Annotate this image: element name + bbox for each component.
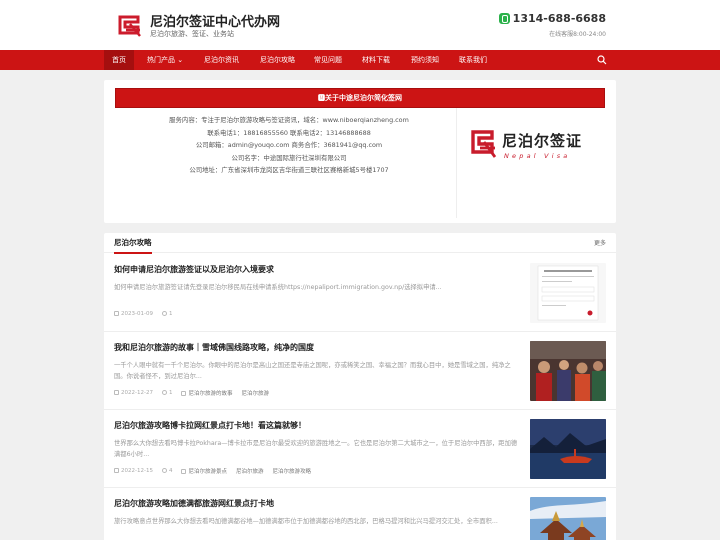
article-views: 1 <box>161 311 172 317</box>
eye-icon <box>161 311 167 316</box>
about-line-phones: 联系电话1：18816855560 联系电话2：13146888688 <box>207 128 371 137</box>
nav-item-guides[interactable]: 尼泊尔攻略 <box>252 50 303 70</box>
about-line-email: 公司邮箱：admin@youqo.com 商务合作：3681941@qq.com <box>195 141 383 149</box>
article-thumbnail-crowd[interactable] <box>530 341 606 401</box>
phone-number[interactable]: 1314-688-6688 <box>513 12 606 25</box>
article-date: 2022-12-27 <box>114 390 153 396</box>
phone-icon <box>498 13 510 24</box>
article-title[interactable]: 尼泊尔旅游攻略加德满都旅游网红景点打卡地 <box>114 498 514 509</box>
article-title[interactable]: 尼泊尔旅游攻略博卡拉网红景点打卡地！看这篇就够！ <box>114 420 514 431</box>
article-excerpt: 旅行攻略意点世界那么大你想去看吗加德满都谷地—加德满都市位于加德满都谷地的西北部… <box>114 518 498 525</box>
article-item[interactable]: 如何申请尼泊尔旅游签证以及尼泊尔入境要求 如何申请尼泊尔旅游签证请先登录尼泊尔移… <box>104 254 616 332</box>
article-thumbnail-form[interactable] <box>530 263 606 323</box>
article-meta: 2022-12-27 1 尼泊尔旅游的故事 尼泊尔旅游 <box>114 389 278 397</box>
article-meta: 2023-01-09 1 <box>114 311 181 317</box>
article-item[interactable]: 尼泊尔旅游攻略博卡拉网红景点打卡地！看这篇就够！ 世界那么大你想去看吗博卡拉Po… <box>104 410 616 488</box>
section-title: 尼泊尔攻略 <box>114 237 152 254</box>
about-details: 服务内容：专注于尼泊尔旅游攻略与签证资讯，域名：www.niboerqianzh… <box>144 114 434 177</box>
phone-block: 1314-688-6688 <box>498 12 606 25</box>
article-views: 4 <box>161 468 172 474</box>
site-logo-icon[interactable] <box>116 11 144 39</box>
nav-item-contact[interactable]: 联系我们 <box>451 50 495 70</box>
tag-icon <box>181 469 187 474</box>
brand-name-cn: 尼泊尔签证 <box>502 132 583 150</box>
article-title[interactable]: 如何申请尼泊尔旅游签证以及尼泊尔入境要求 <box>114 264 514 275</box>
site-subtitle: 尼泊尔旅游、签证、业务站 <box>150 30 234 38</box>
about-heading: 🅼关于中途尼泊尔简化签网 <box>115 88 605 108</box>
service-hours: 在线客服8:00-24:00 <box>549 31 606 38</box>
brand-logo: 尼泊尔签证 Nepal Visa <box>470 126 594 174</box>
article-excerpt: 世界那么大你想去看吗博卡拉Pokhara—博卡拉市是尼泊尔最受欢迎的旅游胜地之一… <box>114 440 518 458</box>
article-excerpt: 一千个人眼中就有一千个尼泊尔。你眼中的尼泊尔是高山之国还是寺庙之国呢，亦或稀笑之… <box>114 362 511 380</box>
about-panel: 🅼关于中途尼泊尔简化签网 服务内容：专注于尼泊尔旅游攻略与签证资讯，域名：www… <box>104 80 616 223</box>
article-tag[interactable]: 尼泊尔旅游 <box>241 389 269 397</box>
brand-name-en: Nepal Visa <box>504 152 571 160</box>
nav-item-products[interactable]: 热门产品 ⌄ <box>139 50 191 70</box>
section-header: 尼泊尔攻略 更多 <box>104 233 616 254</box>
article-title[interactable]: 我和尼泊尔旅游的故事｜雪域佛国线路攻略，纯净的国度 <box>114 342 514 353</box>
about-line-company: 公司名字：中途国际旅行社深圳有限公司 <box>231 153 347 162</box>
eye-icon <box>161 468 167 473</box>
article-item[interactable]: 尼泊尔旅游攻略加德满都旅游网红景点打卡地 旅行攻略意点世界那么大你想去看吗加德满… <box>104 488 616 540</box>
guides-section: 尼泊尔攻略 更多 如何申请尼泊尔旅游签证以及尼泊尔入境要求 如何申请尼泊尔旅游签… <box>104 233 616 540</box>
site-header: 尼泊尔签证中心代办网 尼泊尔旅游、签证、业务站 1314-688-6688 在线… <box>0 0 720 50</box>
search-icon[interactable] <box>597 55 607 65</box>
article-excerpt: 如何申请尼泊尔旅游签证请先登录尼泊尔移民局在线申请系统https://nepal… <box>114 284 442 291</box>
article-tag[interactable]: 尼泊尔旅游的故事 <box>181 389 232 397</box>
article-meta: 2022-12-15 4 尼泊尔旅游景点 尼泊尔旅游 尼泊尔旅游攻略 <box>114 467 320 475</box>
calendar-icon <box>114 390 119 395</box>
tag-icon <box>181 391 187 396</box>
article-views: 1 <box>161 390 172 396</box>
article-tag[interactable]: 尼泊尔旅游 <box>236 467 264 475</box>
nav-item-booking[interactable]: 预约须知 <box>403 50 447 70</box>
site-title[interactable]: 尼泊尔签证中心代办网 <box>150 11 280 30</box>
article-item[interactable]: 我和尼泊尔旅游的故事｜雪域佛国线路攻略，纯净的国度 一千个人眼中就有一千个尼泊尔… <box>104 332 616 410</box>
nav-item-news[interactable]: 尼泊尔资讯 <box>196 50 247 70</box>
about-line-address: 公司地址：广东省深圳市龙岗区吉华街道三联社区赛格新城5号楼1707 <box>189 166 389 174</box>
article-date: 2022-12-15 <box>114 468 153 474</box>
more-link[interactable]: 更多 <box>594 238 606 247</box>
main-nav: 首页 热门产品 ⌄ 尼泊尔资讯 尼泊尔攻略 常见问题 材料下载 预约须知 联系我… <box>0 50 720 70</box>
eye-icon <box>161 390 167 395</box>
article-tag[interactable]: 尼泊尔旅游景点 <box>181 467 227 475</box>
nav-item-downloads[interactable]: 材料下载 <box>354 50 398 70</box>
brand-mark-icon <box>471 130 497 158</box>
article-tag[interactable]: 尼泊尔旅游攻略 <box>273 467 312 475</box>
nav-item-faq[interactable]: 常见问题 <box>306 50 350 70</box>
nav-item-home[interactable]: 首页 <box>104 50 134 70</box>
article-thumbnail-lake[interactable] <box>530 419 606 479</box>
calendar-icon <box>114 311 119 316</box>
article-thumbnail-temple[interactable] <box>530 497 606 540</box>
calendar-icon <box>114 468 119 473</box>
divider <box>456 108 457 218</box>
about-line-service: 服务内容：专注于尼泊尔旅游攻略与签证资讯，域名：www.niboerqianzh… <box>169 116 409 124</box>
article-date: 2023-01-09 <box>114 311 153 317</box>
